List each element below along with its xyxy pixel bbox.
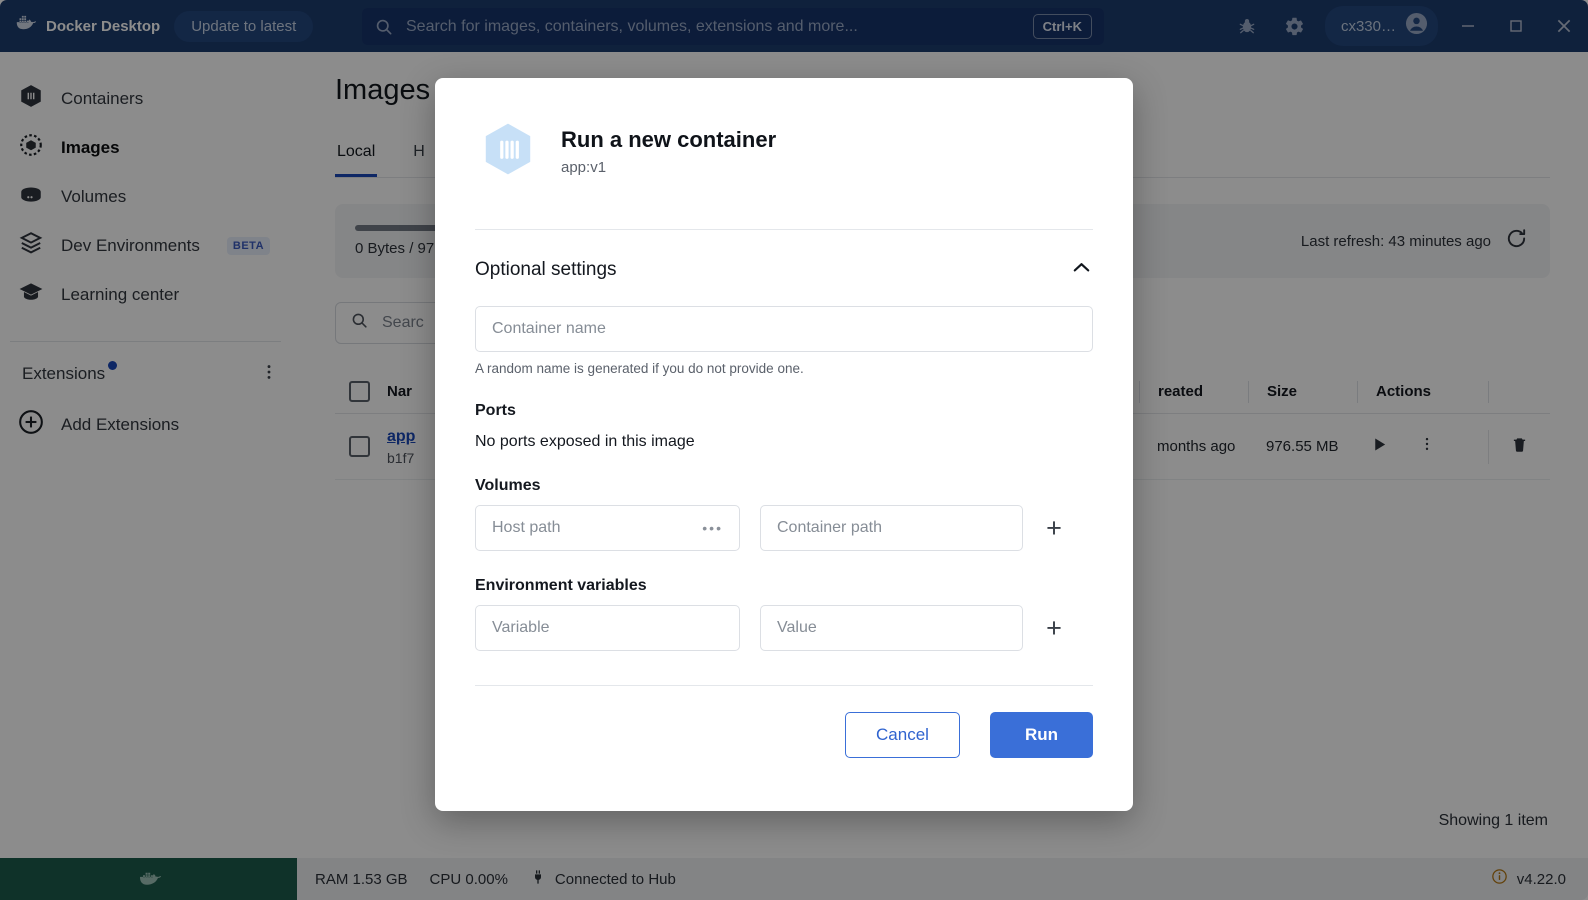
add-environment-variable-button[interactable]: + (1043, 614, 1065, 642)
chevron-up-icon[interactable] (1070, 256, 1093, 284)
add-volume-button[interactable]: + (1043, 514, 1065, 542)
ports-label: Ports (475, 402, 516, 419)
value-placeholder: Value (777, 619, 817, 636)
optional-settings-label: Optional settings (475, 259, 617, 280)
environment-variable-row: Variable Value + (475, 605, 1093, 651)
container-path-input[interactable]: Container path (760, 505, 1023, 551)
host-path-input[interactable]: Host path ••• (475, 505, 740, 551)
volume-row: Host path ••• Container path + (475, 505, 1093, 551)
run-button[interactable]: Run (989, 712, 1093, 758)
dialog-actions: Cancel Run (475, 712, 1093, 758)
variable-placeholder: Variable (492, 619, 550, 636)
dialog-title: Run a new container (561, 127, 777, 152)
docker-desktop-window: Docker Desktop Update to latest Search f… (0, 0, 1588, 900)
environment-variables-label: Environment variables (475, 577, 647, 594)
container-name-helper-text: A random name is generated if you do not… (475, 361, 804, 376)
optional-settings-header[interactable]: Optional settings (475, 256, 1093, 284)
variable-name-input[interactable]: Variable (475, 605, 740, 651)
container-name-placeholder: Container name (492, 320, 606, 337)
dialog-header-divider (475, 229, 1093, 230)
cancel-button[interactable]: Cancel (845, 712, 960, 758)
container-path-placeholder: Container path (777, 519, 882, 536)
dialog-subtitle: app:v1 (561, 159, 607, 176)
dialog-header: Run a new container app:v1 (475, 78, 1093, 185)
volumes-label: Volumes (475, 477, 541, 494)
container-name-input[interactable]: Container name (475, 306, 1093, 352)
variable-value-input[interactable]: Value (760, 605, 1023, 651)
dialog-footer-divider (475, 685, 1093, 686)
ellipsis-icon[interactable]: ••• (702, 520, 723, 536)
run-new-container-dialog: Run a new container app:v1 Optional sett… (435, 78, 1133, 811)
container-cube-icon (477, 118, 539, 185)
host-path-placeholder: Host path (492, 519, 561, 536)
ports-note: No ports exposed in this image (475, 433, 695, 450)
